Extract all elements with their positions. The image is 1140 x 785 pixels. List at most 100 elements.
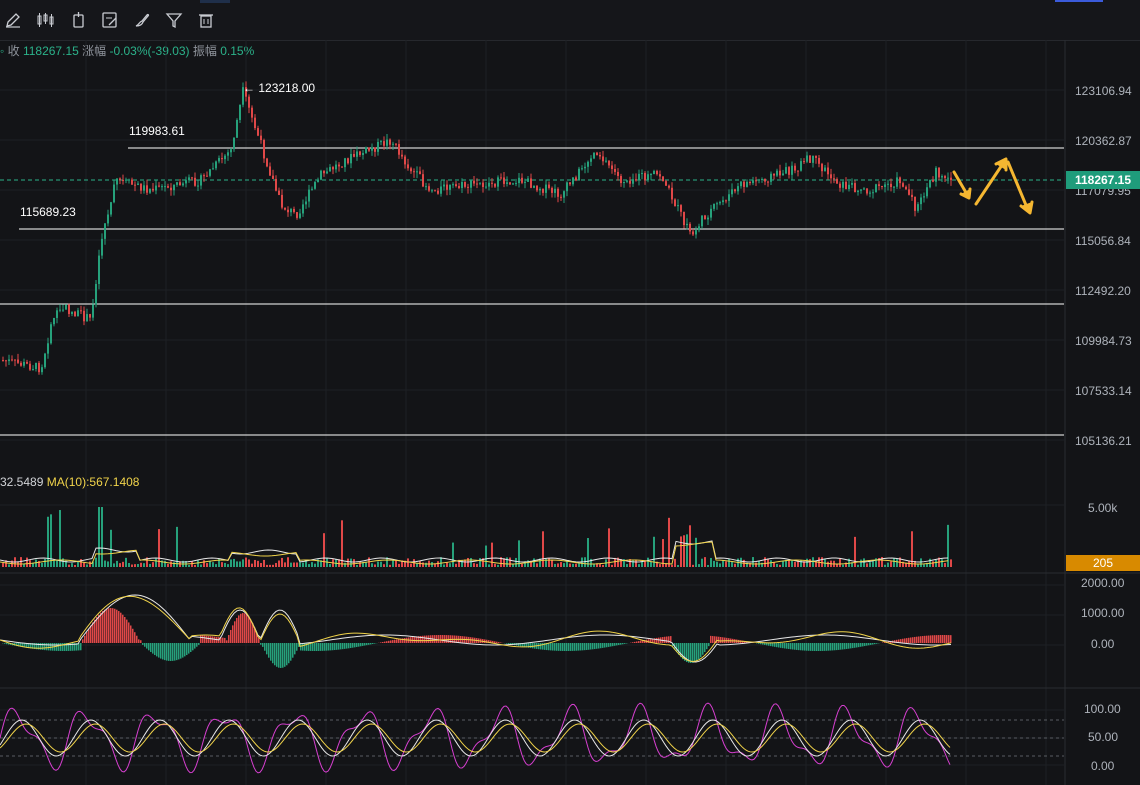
candle-body: [218, 158, 220, 162]
macd-dea-line: [0, 595, 952, 662]
active-tab-indicator: [200, 0, 230, 3]
macd-histogram-bar: [124, 616, 126, 643]
macd-histogram-bar: [636, 641, 638, 643]
macd-histogram-bar: [840, 643, 842, 650]
macd-histogram-bar: [548, 643, 550, 651]
candle-body: [350, 153, 352, 164]
volume-bar: [773, 562, 775, 567]
macd-histogram-bar: [708, 643, 710, 647]
volume-bar: [143, 563, 145, 567]
indicator-icon[interactable]: [70, 11, 90, 31]
macd-histogram-bar: [226, 640, 228, 643]
candle-body: [704, 215, 706, 220]
candle-body: [8, 359, 10, 362]
volume-bar: [191, 561, 193, 567]
candle-body: [725, 200, 727, 202]
macd-histogram-bar: [926, 635, 928, 643]
support-label: 115689.23: [20, 205, 76, 219]
volume-bar: [140, 562, 142, 567]
candle-body: [722, 200, 724, 203]
volume-bar: [131, 564, 133, 567]
candle-body: [14, 359, 16, 361]
candle-body: [827, 167, 829, 175]
macd-histogram-bar: [86, 632, 88, 643]
candle-body: [671, 187, 673, 200]
macd-histogram-bar: [724, 637, 726, 643]
volume-bar: [278, 560, 280, 567]
candle-body: [767, 181, 769, 183]
macd-histogram-bar: [874, 643, 876, 645]
candle-body: [665, 181, 667, 186]
candle-body: [155, 185, 157, 191]
macd-histogram-bar: [532, 643, 534, 649]
trash-icon[interactable]: [197, 11, 217, 31]
candle-body: [86, 314, 88, 322]
macd-histogram-bar: [274, 643, 276, 666]
macd-histogram-bar: [82, 639, 84, 643]
edit-icon[interactable]: [101, 11, 121, 31]
volume-bar: [800, 559, 802, 567]
candle-body: [413, 171, 415, 173]
macd-histogram-bar: [360, 643, 362, 647]
candle-body: [170, 187, 172, 191]
macd-histogram-bar: [174, 643, 176, 661]
filter-icon[interactable]: [165, 11, 185, 31]
volume-bar: [419, 561, 421, 567]
candle-body: [323, 170, 325, 174]
volume-bar: [287, 557, 289, 567]
candle-body: [179, 182, 181, 186]
candle-body: [422, 174, 424, 187]
forecast-arrow-down-2[interactable]: [1006, 160, 1030, 212]
chart-canvas[interactable]: 119983.61 115689.23 ← 123218.00 123106.9…: [0, 40, 1140, 785]
volume-bar: [776, 564, 778, 567]
candle-body: [920, 197, 922, 205]
macd-histogram-bar: [260, 643, 262, 645]
macd-histogram-bar: [776, 643, 778, 648]
candle-body: [494, 183, 496, 187]
macd-histogram-bar: [610, 643, 612, 647]
candle-body: [458, 186, 460, 189]
macd-histogram-bar: [656, 637, 658, 643]
volume-bar: [266, 564, 268, 567]
volume-bar: [686, 534, 688, 567]
volume-bar: [2, 563, 4, 567]
macd-histogram-bar: [446, 635, 448, 643]
macd-histogram-bar: [932, 635, 934, 643]
forecast-arrow-up[interactable]: [974, 160, 1006, 206]
candle-body: [737, 186, 739, 192]
macd-histogram-bar: [294, 643, 296, 655]
volume-bar: [695, 537, 697, 567]
candle-body: [755, 180, 757, 182]
macd-histogram-bar: [554, 643, 556, 651]
candlestick-icon[interactable]: [36, 11, 56, 31]
macd-histogram-bar: [922, 636, 924, 643]
volume-bar: [71, 563, 73, 567]
volume-bar: [923, 564, 925, 567]
candle-body: [542, 188, 544, 193]
macd-histogram-bar: [506, 643, 508, 644]
macd-histogram-bar: [108, 608, 110, 643]
volume-bar: [272, 564, 274, 567]
volume-bar: [488, 564, 490, 567]
candle-body: [641, 173, 643, 175]
candle-body: [389, 139, 391, 145]
macd-histogram-bar: [694, 643, 696, 663]
macd-histogram-bar: [404, 637, 406, 643]
volume-bar: [770, 560, 772, 567]
candle-body: [263, 140, 265, 159]
candle-body: [113, 184, 115, 203]
brush-icon[interactable]: [133, 11, 153, 31]
volume-bar: [842, 564, 844, 567]
candle-body: [482, 182, 484, 187]
candle-body: [851, 183, 853, 185]
candle-body: [239, 104, 241, 120]
pencil-icon[interactable]: [4, 11, 24, 31]
macd-histogram-bar: [276, 643, 278, 667]
macd-histogram-bar: [134, 632, 136, 643]
candle-body: [818, 157, 820, 164]
macd-histogram-bar: [280, 643, 282, 668]
macd-histogram-bar: [48, 643, 50, 651]
volume-bar: [521, 563, 523, 567]
macd-histogram-bar: [60, 643, 62, 651]
macd-histogram-bar: [158, 643, 160, 658]
